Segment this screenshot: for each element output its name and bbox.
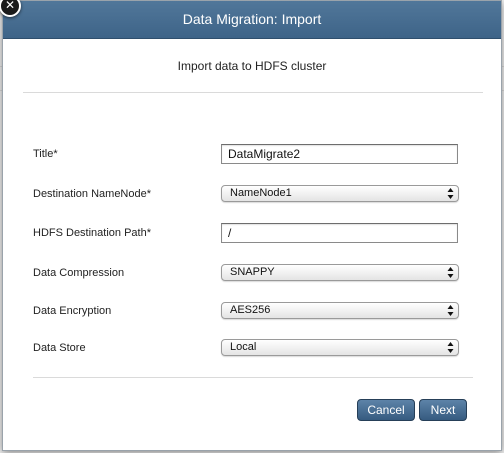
- destination-namenode-label: Destination NameNode*: [33, 188, 152, 200]
- cancel-button[interactable]: Cancel: [357, 399, 415, 421]
- encryption-value: AES256: [230, 304, 271, 316]
- store-label: Data Store: [33, 342, 86, 354]
- compression-label: Data Compression: [33, 267, 125, 279]
- encryption-select[interactable]: AES256: [221, 302, 459, 319]
- import-dialog: ✕ Data Migration: Import Import data to …: [0, 0, 502, 451]
- store-select[interactable]: Local: [221, 339, 459, 356]
- compression-value: SNAPPY: [230, 266, 275, 278]
- updown-arrows-icon: [447, 188, 454, 199]
- title-input[interactable]: DataMigrate2: [221, 144, 458, 164]
- dialog-subtitle: Import data to HDFS cluster: [177, 59, 327, 73]
- footer-divider: [33, 377, 473, 378]
- destination-namenode-value: NameNode1: [230, 187, 292, 199]
- section-divider: [23, 92, 483, 93]
- updown-arrows-icon: [447, 342, 454, 353]
- dialog-title: Data Migration: Import: [182, 11, 322, 27]
- close-icon: ✕: [4, 0, 16, 12]
- updown-arrows-icon: [447, 305, 454, 316]
- dialog-header: Data Migration: Import: [3, 1, 501, 39]
- hdfs-path-input[interactable]: /: [221, 223, 458, 243]
- hdfs-path-label: HDFS Destination Path*: [33, 227, 151, 239]
- encryption-label: Data Encryption: [33, 305, 112, 317]
- store-value: Local: [230, 341, 257, 353]
- next-button[interactable]: Next: [419, 399, 467, 421]
- title-label: Title*: [33, 148, 58, 160]
- updown-arrows-icon: [447, 267, 454, 278]
- destination-namenode-select[interactable]: NameNode1: [221, 185, 459, 202]
- compression-select[interactable]: SNAPPY: [221, 264, 459, 281]
